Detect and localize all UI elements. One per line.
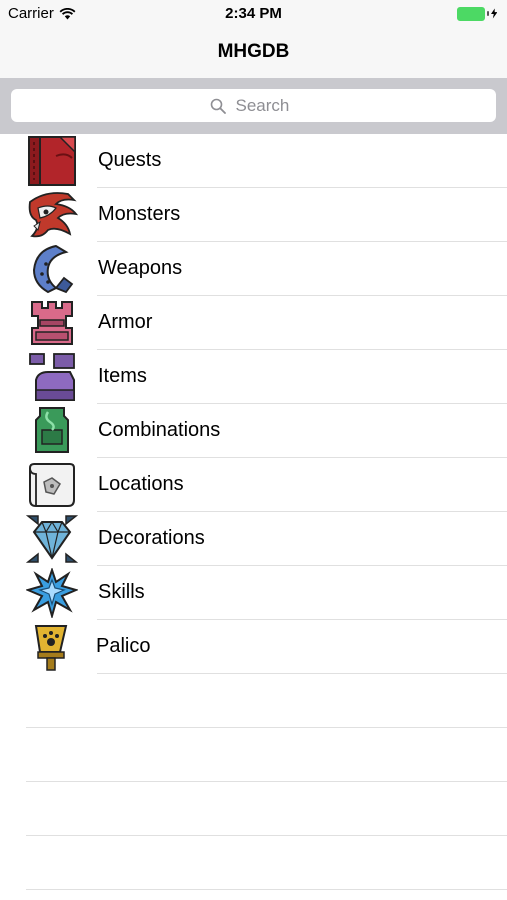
- weapon-icon: [32, 244, 74, 294]
- search-icon: [210, 98, 226, 114]
- clock: 2:34 PM: [225, 5, 282, 22]
- search-bar: [0, 78, 507, 134]
- potion-icon: [35, 407, 69, 453]
- search-field[interactable]: [11, 89, 496, 122]
- empty-row: [0, 674, 507, 728]
- menu-item-label: Palico: [96, 635, 151, 657]
- navigation-bar: MHGDB: [0, 28, 507, 78]
- menu-item-label: Combinations: [98, 419, 221, 441]
- menu-item-label: Monsters: [98, 203, 181, 225]
- menu-item-items[interactable]: Items: [0, 350, 507, 404]
- menu-item-quests[interactable]: Quests: [0, 134, 507, 188]
- menu-item-label: Weapons: [98, 257, 183, 279]
- menu-item-locations[interactable]: Locations: [0, 458, 507, 512]
- menu-list: Quests Monsters Weapons Armor Items Comb…: [0, 134, 507, 890]
- menu-item-label: Armor: [98, 311, 153, 333]
- page-title: MHGDB: [217, 41, 290, 62]
- armor-icon: [31, 301, 73, 345]
- menu-item-label: Quests: [98, 149, 162, 171]
- menu-item-label: Skills: [98, 581, 145, 603]
- menu-item-monsters[interactable]: Monsters: [0, 188, 507, 242]
- search-input[interactable]: [233, 94, 298, 117]
- menu-item-armor[interactable]: Armor: [0, 296, 507, 350]
- menu-item-weapons[interactable]: Weapons: [0, 242, 507, 296]
- empty-row: [0, 782, 507, 836]
- items-icon: [29, 353, 75, 401]
- map-icon: [29, 463, 75, 507]
- empty-row: [0, 728, 507, 782]
- menu-item-skills[interactable]: Skills: [0, 566, 507, 620]
- palico-icon: [34, 625, 68, 671]
- status-bar: Carrier 2:34 PM: [0, 0, 507, 28]
- menu-item-label: Decorations: [98, 527, 205, 549]
- gem-icon: [26, 515, 78, 563]
- menu-item-combinations[interactable]: Combinations: [0, 404, 507, 458]
- charging-icon: [490, 8, 498, 19]
- battery-icon: [457, 6, 498, 21]
- menu-item-label: Items: [98, 365, 147, 387]
- skill-crystal-icon: [26, 568, 78, 618]
- empty-row: [0, 836, 507, 890]
- quest-scroll-icon: [28, 136, 76, 186]
- menu-item-palico[interactable]: Palico: [0, 620, 507, 674]
- row-divider: [26, 889, 507, 890]
- menu-item-label: Locations: [98, 473, 184, 495]
- monster-icon: [28, 192, 78, 238]
- menu-item-decorations[interactable]: Decorations: [0, 512, 507, 566]
